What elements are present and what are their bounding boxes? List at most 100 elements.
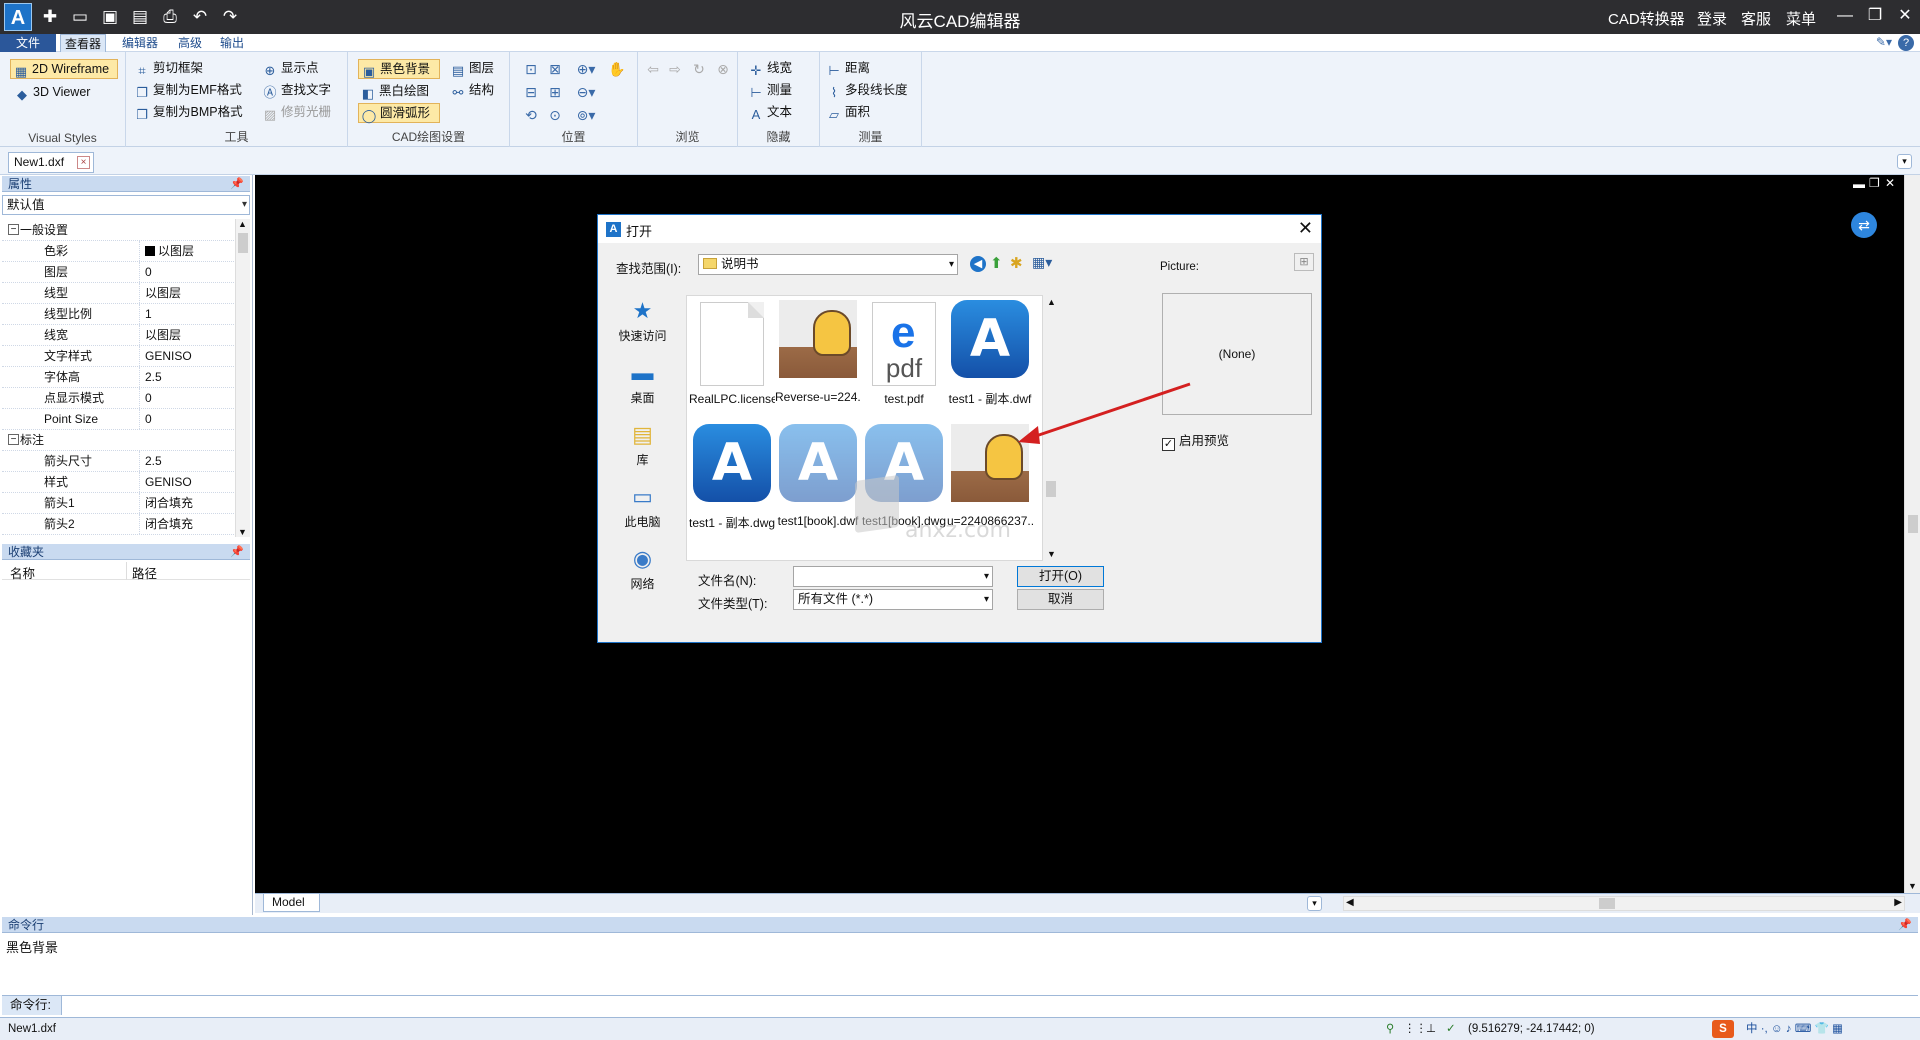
- fit-icon[interactable]: ⊟: [522, 83, 540, 101]
- property-value[interactable]: GENISO: [142, 472, 234, 492]
- redo-icon[interactable]: ↷: [218, 5, 242, 29]
- property-value[interactable]: 以图层: [142, 241, 234, 261]
- copy-emf-button[interactable]: ❐ 复制为EMF格式: [132, 80, 246, 100]
- text-toggle[interactable]: A 文本: [746, 102, 796, 122]
- canvas-close-icon[interactable]: ✕: [1885, 176, 1895, 190]
- property-value[interactable]: GENISO: [142, 346, 234, 366]
- minimize-icon[interactable]: —: [1830, 4, 1860, 28]
- maximize-icon[interactable]: ❐: [1860, 4, 1890, 28]
- pin-icon[interactable]: 📌: [230, 544, 244, 560]
- place-quick-access[interactable]: ★ 快速访问: [606, 293, 679, 353]
- file-item[interactable]: RealLPC.license: [689, 298, 775, 414]
- scroll-thumb[interactable]: [1599, 898, 1615, 909]
- 2d-wireframe-button[interactable]: ▦ 2D Wireframe: [10, 59, 118, 79]
- style-icon[interactable]: ✎▾: [1876, 35, 1892, 49]
- scroll-right-icon[interactable]: ▶: [1894, 897, 1902, 908]
- property-value[interactable]: 闭合填充: [142, 514, 234, 534]
- find-text-button[interactable]: Ⓐ 查找文字: [260, 80, 335, 100]
- rotate-icon[interactable]: ⟲: [522, 106, 540, 124]
- ortho-icon[interactable]: ⊥: [1426, 1018, 1436, 1040]
- menu-link[interactable]: 菜单: [1786, 8, 1816, 29]
- tab-advanced[interactable]: 高级: [174, 34, 206, 52]
- dialog-close-icon[interactable]: ✕: [1298, 218, 1313, 239]
- place-desktop[interactable]: ▬ 桌面: [606, 355, 679, 415]
- property-value[interactable]: 0: [142, 388, 234, 408]
- smooth-arcs-toggle[interactable]: ◯ 圆滑弧形: [358, 103, 440, 123]
- zoom-window-icon[interactable]: ⊡: [522, 60, 540, 78]
- property-value[interactable]: 闭合填充: [142, 493, 234, 513]
- file-item[interactable]: Atest1[book].dwg: [861, 422, 947, 538]
- property-row[interactable]: 箭头尺寸 2.5: [2, 451, 234, 472]
- ime-tray-icons[interactable]: 中 ·, ☺ ♪ ⌨ 👕 ▦: [1746, 1018, 1843, 1040]
- login-link[interactable]: 登录: [1697, 8, 1727, 29]
- command-input[interactable]: [64, 996, 1914, 1015]
- file-list-scrollbar[interactable]: ▲ ▼: [1045, 295, 1057, 561]
- distance-button[interactable]: ⊢ 距离: [824, 58, 874, 78]
- canvas-hscrollbar[interactable]: ◀ ▶: [1343, 896, 1905, 911]
- property-row[interactable]: 线宽 以图层: [2, 325, 234, 346]
- bw-drawing-toggle[interactable]: ◧ 黑白绘图: [358, 81, 433, 101]
- scroll-up-icon[interactable]: ▲: [1047, 297, 1056, 307]
- file-item[interactable]: Atest1 - 副本.dwg: [689, 422, 775, 538]
- back-icon[interactable]: ◀: [970, 256, 986, 272]
- zoom-in-icon[interactable]: ⊕▾: [572, 60, 600, 78]
- area-button[interactable]: ▱ 面积: [824, 102, 874, 122]
- file-item[interactable]: Reverse-u=224...: [775, 298, 861, 414]
- property-row[interactable]: 文字样式 GENISO: [2, 346, 234, 367]
- save-as-icon[interactable]: ▤: [128, 5, 152, 29]
- canvas-minimize-icon[interactable]: ▬: [1853, 177, 1865, 191]
- tab-output[interactable]: 输出: [216, 34, 248, 52]
- preview-toggle-icon[interactable]: ⊞: [1294, 253, 1314, 271]
- scroll-down-icon[interactable]: ▼: [1047, 549, 1056, 559]
- property-value[interactable]: 2.5: [142, 451, 234, 471]
- filename-input[interactable]: ▾: [793, 566, 993, 587]
- property-value[interactable]: 1: [142, 304, 234, 324]
- snap-icon[interactable]: ⚲: [1386, 1018, 1394, 1040]
- view-menu-icon[interactable]: ▦▾: [1032, 254, 1052, 271]
- black-background-toggle[interactable]: ▣ 黑色背景: [358, 59, 440, 79]
- pin-icon[interactable]: 📌: [230, 176, 244, 192]
- scroll-left-icon[interactable]: ◀: [1346, 897, 1354, 908]
- structure-button[interactable]: ⚯ 结构: [448, 80, 498, 100]
- layout-dropdown-icon[interactable]: ▾: [1307, 896, 1322, 911]
- support-link[interactable]: 客服: [1741, 8, 1771, 29]
- close-icon[interactable]: ✕: [1890, 4, 1920, 28]
- polar-icon[interactable]: ✓: [1446, 1018, 1456, 1040]
- property-category[interactable]: − 一般设置: [2, 220, 234, 241]
- pin-icon[interactable]: 📌: [1898, 917, 1912, 933]
- open-button[interactable]: 打开(O): [1017, 566, 1104, 587]
- property-value[interactable]: 以图层: [142, 283, 234, 303]
- back-arrow-icon[interactable]: ⇦: [644, 60, 662, 78]
- zoom-prev-icon[interactable]: ⊙: [546, 106, 564, 124]
- tab-viewer[interactable]: 查看器: [60, 34, 107, 52]
- ime-logo-icon[interactable]: S: [1712, 1020, 1734, 1038]
- close-tab-icon[interactable]: ×: [77, 156, 90, 169]
- file-item[interactable]: Atest1 - 副本.dwf: [947, 298, 1033, 414]
- trim-raster-button[interactable]: ▨ 修剪光栅: [260, 102, 335, 122]
- file-item[interactable]: u=2240866237...: [947, 422, 1033, 538]
- property-category[interactable]: − 标注: [2, 430, 234, 451]
- clip-frame-button[interactable]: ⌗ 剪切框架: [132, 58, 207, 78]
- place-libraries[interactable]: ▤ 库: [606, 417, 679, 477]
- forward-arrow-icon[interactable]: ⇨: [666, 60, 684, 78]
- new-file-icon[interactable]: ✚: [38, 5, 62, 29]
- property-row[interactable]: Point Size 0: [2, 409, 234, 430]
- scroll-thumb[interactable]: [1908, 515, 1918, 533]
- open-folder-icon[interactable]: ▭: [68, 5, 92, 29]
- help-icon[interactable]: ?: [1898, 35, 1914, 51]
- copy-bmp-button[interactable]: ❐ 复制为BMP格式: [132, 102, 247, 122]
- property-value[interactable]: 以图层: [142, 325, 234, 345]
- property-row[interactable]: 线型比例 1: [2, 304, 234, 325]
- pan-hand-icon[interactable]: ✋: [608, 60, 626, 78]
- zoom-rect-icon[interactable]: ⊠: [546, 60, 564, 78]
- new-folder-icon[interactable]: ✱: [1010, 254, 1023, 272]
- zoom-extents-icon[interactable]: ⊞: [546, 83, 564, 101]
- canvas-restore-icon[interactable]: ❐: [1869, 176, 1880, 190]
- cancel-button[interactable]: 取消: [1017, 589, 1104, 610]
- doc-tab-new1[interactable]: New1.dxf ×: [8, 152, 94, 173]
- property-row[interactable]: 点显示模式 0: [2, 388, 234, 409]
- print-icon[interactable]: ⎙: [158, 5, 182, 29]
- column-path[interactable]: 路径: [132, 563, 157, 582]
- layers-button[interactable]: ▤ 图层: [448, 58, 498, 78]
- property-row[interactable]: 字体高 2.5: [2, 367, 234, 388]
